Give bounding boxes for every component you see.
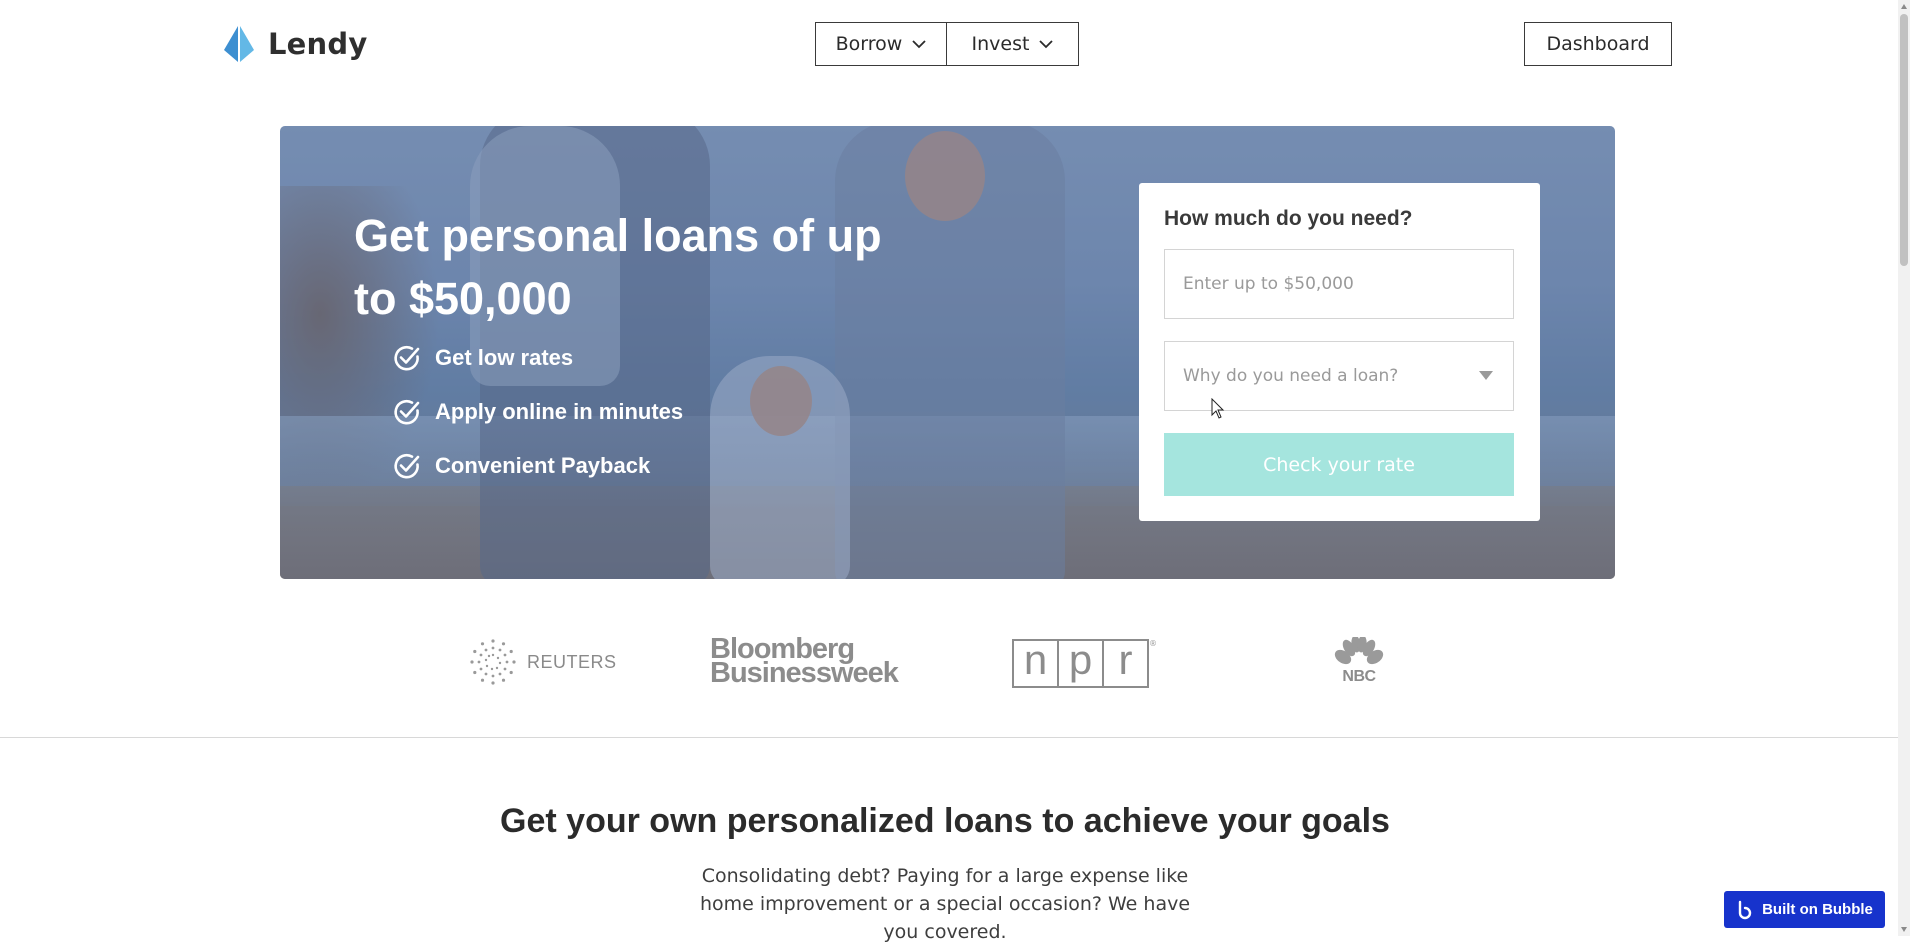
mouse-cursor-icon (1211, 398, 1225, 419)
nbc-peacock-icon (1334, 637, 1384, 666)
nav-borrow-dropdown[interactable]: Borrow (815, 22, 947, 66)
check-circle-icon (394, 453, 420, 479)
page-scrollbar[interactable] (1898, 0, 1910, 936)
npr-letter-box: r (1102, 638, 1149, 688)
dashboard-button[interactable]: Dashboard (1524, 22, 1672, 66)
scroll-up-arrow-icon[interactable] (1900, 3, 1908, 11)
loan-amount-input[interactable] (1164, 249, 1514, 319)
reuters-dots-icon (470, 639, 516, 685)
built-on-bubble-badge[interactable]: Built on Bubble (1724, 891, 1885, 928)
nbc-logo: NBC (1334, 637, 1384, 686)
check-circle-icon (394, 399, 420, 425)
loan-form-title: How much do you need? (1164, 207, 1413, 230)
section-description: Consolidating debt? Paying for a large e… (699, 865, 1191, 943)
benefit-label: Apply online in minutes (435, 399, 684, 424)
press-logos: REUTERS Bloomberg Businessweek n p r ® N… (0, 625, 1898, 700)
bloomberg-wordmark-line2: Businessweek (710, 657, 899, 689)
section-title: Get your own personalized loans to achie… (500, 802, 1390, 840)
benefit-item: Convenient Payback (393, 452, 683, 480)
benefit-item: Apply online in minutes (393, 398, 683, 426)
benefit-label: Convenient Payback (435, 453, 651, 478)
npr-logo: n p r ® (1012, 638, 1157, 688)
built-on-bubble-label: Built on Bubble (1762, 901, 1873, 918)
logo-text: Lendy (268, 27, 368, 61)
benefit-item: Get low rates (393, 344, 683, 372)
check-circle-icon (394, 345, 420, 371)
npr-letter-box: p (1057, 638, 1104, 688)
chevron-down-icon (1039, 39, 1054, 48)
reuters-wordmark: REUTERS (527, 651, 617, 672)
npr-letter-box: n (1012, 638, 1059, 688)
scrollbar-thumb[interactable] (1900, 14, 1908, 266)
scroll-down-arrow-icon[interactable] (1900, 925, 1908, 933)
hero-title: Get personal loans of up to $50,000 (354, 210, 882, 324)
check-rate-button[interactable]: Check your rate (1164, 433, 1514, 496)
reuters-logo: REUTERS (469, 638, 617, 686)
bubble-logo-icon (1738, 900, 1752, 919)
nav-borrow-label: Borrow (835, 33, 903, 55)
nav-invest-label: Invest (971, 33, 1030, 55)
loan-purpose-placeholder: Why do you need a loan? (1183, 366, 1399, 386)
lendy-logo-icon (224, 26, 254, 62)
section-divider (0, 737, 1898, 738)
nbc-wordmark: NBC (1342, 668, 1376, 685)
benefits-list: Get low rates Apply online in minutes Co… (393, 344, 683, 506)
loan-form-card: How much do you need? Why do you need a … (1139, 183, 1540, 521)
nav-invest-dropdown[interactable]: Invest (946, 22, 1079, 66)
logo[interactable]: Lendy (220, 24, 367, 64)
caret-down-icon (1479, 371, 1493, 380)
npr-registered-mark: ® (1149, 639, 1157, 648)
bloomberg-businessweek-logo: Bloomberg Businessweek (710, 635, 899, 689)
benefit-label: Get low rates (435, 345, 574, 370)
chevron-down-icon (912, 39, 926, 48)
site-header: Lendy Borrow Invest Dashboard (0, 0, 1898, 88)
main-nav: Borrow Invest (815, 22, 1079, 66)
